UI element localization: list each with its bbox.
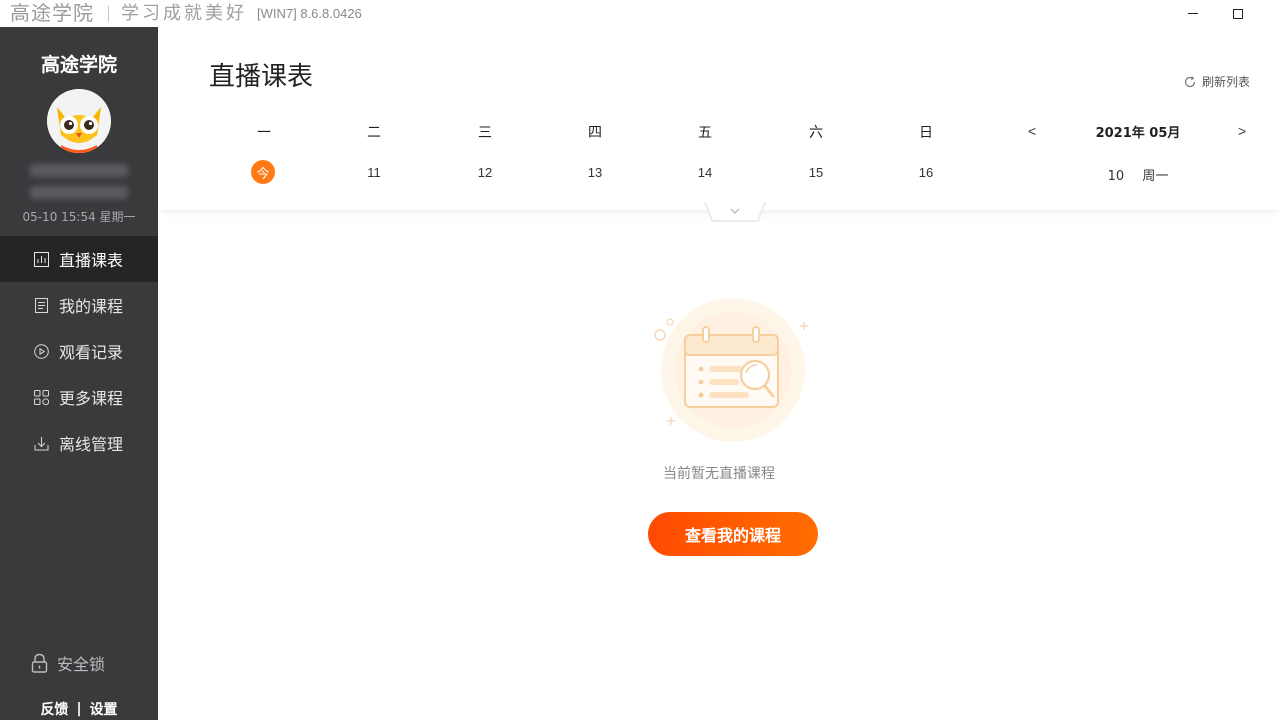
- sidebar: 高途学院 05-10 15:54 星期一 直播课表 我的课程 观看记录 更多课程…: [0, 27, 158, 720]
- calendar-date[interactable]: 14: [685, 165, 725, 180]
- calendar-date[interactable]: 11: [354, 165, 394, 180]
- refresh-icon: [1184, 75, 1196, 87]
- minimize-icon: [1188, 13, 1198, 14]
- sidebar-brand: 高途学院: [40, 54, 117, 76]
- selected-weekday: 周一: [1142, 169, 1169, 184]
- window-brand: 高途学院: [10, 1, 94, 25]
- app-version: [WIN7] 8.6.8.0426: [257, 6, 362, 21]
- feedback-link[interactable]: 反馈: [40, 699, 68, 719]
- title-bar: 高途学院 学习成就美好 [WIN7] 8.6.8.0426: [0, 0, 1280, 27]
- sidebar-item-label: 观看记录: [59, 343, 124, 362]
- sidebar-item-watch-history[interactable]: 观看记录: [0, 328, 158, 374]
- maximize-button[interactable]: [1215, 0, 1261, 27]
- blurred-user-id: [30, 186, 128, 199]
- download-icon: [33, 435, 49, 451]
- weekday-sat: 六: [809, 125, 823, 141]
- sidebar-nav: 直播课表 我的课程 观看记录 更多课程 离线管理: [0, 236, 158, 466]
- empty-state-message: 当前暂无直播课程: [663, 466, 775, 482]
- weekday-wed: 三: [478, 125, 492, 141]
- document-icon: [33, 297, 49, 313]
- weekday-tue: 二: [367, 125, 381, 141]
- lock-icon: [30, 653, 48, 673]
- calendar-date[interactable]: 16: [906, 165, 946, 180]
- weekday-fri: 五: [698, 125, 712, 141]
- sidebar-item-offline[interactable]: 离线管理: [0, 420, 158, 466]
- page-title: 直播课表: [209, 62, 314, 92]
- prev-month-button[interactable]: <: [1028, 123, 1036, 139]
- month-label: 2021年 05月: [1095, 126, 1181, 141]
- avatar[interactable]: [47, 89, 111, 153]
- lock-label: 安全锁: [57, 655, 106, 674]
- sidebar-item-live-schedule[interactable]: 直播课表: [0, 236, 158, 282]
- calendar-search-icon: [654, 298, 808, 442]
- minimize-button[interactable]: [1170, 0, 1216, 27]
- chevron-down-icon: [730, 208, 740, 214]
- today-badge[interactable]: 今: [251, 160, 275, 184]
- weekday-thu: 四: [588, 125, 602, 141]
- sidebar-footer: 反馈 | 设置: [0, 699, 158, 719]
- owl-avatar-icon: [47, 89, 111, 153]
- weekday-sun: 日: [919, 125, 933, 141]
- expand-calendar-toggle[interactable]: [706, 202, 764, 220]
- maximize-icon: [1233, 8, 1243, 19]
- selected-date: 10 周一: [1058, 165, 1218, 184]
- calendar-date[interactable]: 12: [465, 165, 505, 180]
- chart-icon: [33, 251, 49, 267]
- refresh-label: 刷新列表: [1201, 75, 1250, 89]
- sidebar-item-my-courses[interactable]: 我的课程: [0, 282, 158, 328]
- refresh-list-button[interactable]: 刷新列表: [1184, 73, 1250, 90]
- settings-link[interactable]: 设置: [90, 699, 118, 719]
- calendar-date[interactable]: 15: [796, 165, 836, 180]
- footer-divider: |: [76, 701, 82, 717]
- blurred-username: [30, 164, 128, 177]
- weekday-mon: 一: [257, 125, 271, 141]
- sidebar-item-label: 直播课表: [59, 251, 124, 270]
- window-slogan: 学习成就美好: [121, 3, 247, 24]
- sidebar-item-more-courses[interactable]: 更多课程: [0, 374, 158, 420]
- main-content: 直播课表 刷新列表 一 二 三 四 五 六 日 今 11 12 13 14 15…: [158, 27, 1280, 720]
- week-calendar: 直播课表 刷新列表 一 二 三 四 五 六 日 今 11 12 13 14 15…: [158, 27, 1280, 210]
- sidebar-item-label: 更多课程: [59, 389, 124, 408]
- next-month-button[interactable]: >: [1238, 123, 1246, 139]
- title-separator: [108, 5, 109, 22]
- sidebar-item-label: 我的课程: [59, 297, 124, 316]
- selected-day-number: 10: [1107, 169, 1125, 184]
- empty-calendar-illustration: [645, 293, 825, 467]
- view-my-courses-button[interactable]: 查看我的课程: [648, 512, 818, 556]
- grid-icon: [33, 389, 49, 405]
- play-circle-icon: [33, 343, 49, 359]
- current-datetime: 05-10 15:54 星期一: [22, 210, 136, 224]
- calendar-date[interactable]: 13: [575, 165, 615, 180]
- sidebar-item-label: 离线管理: [59, 435, 124, 454]
- security-lock-button[interactable]: 安全锁: [30, 651, 105, 675]
